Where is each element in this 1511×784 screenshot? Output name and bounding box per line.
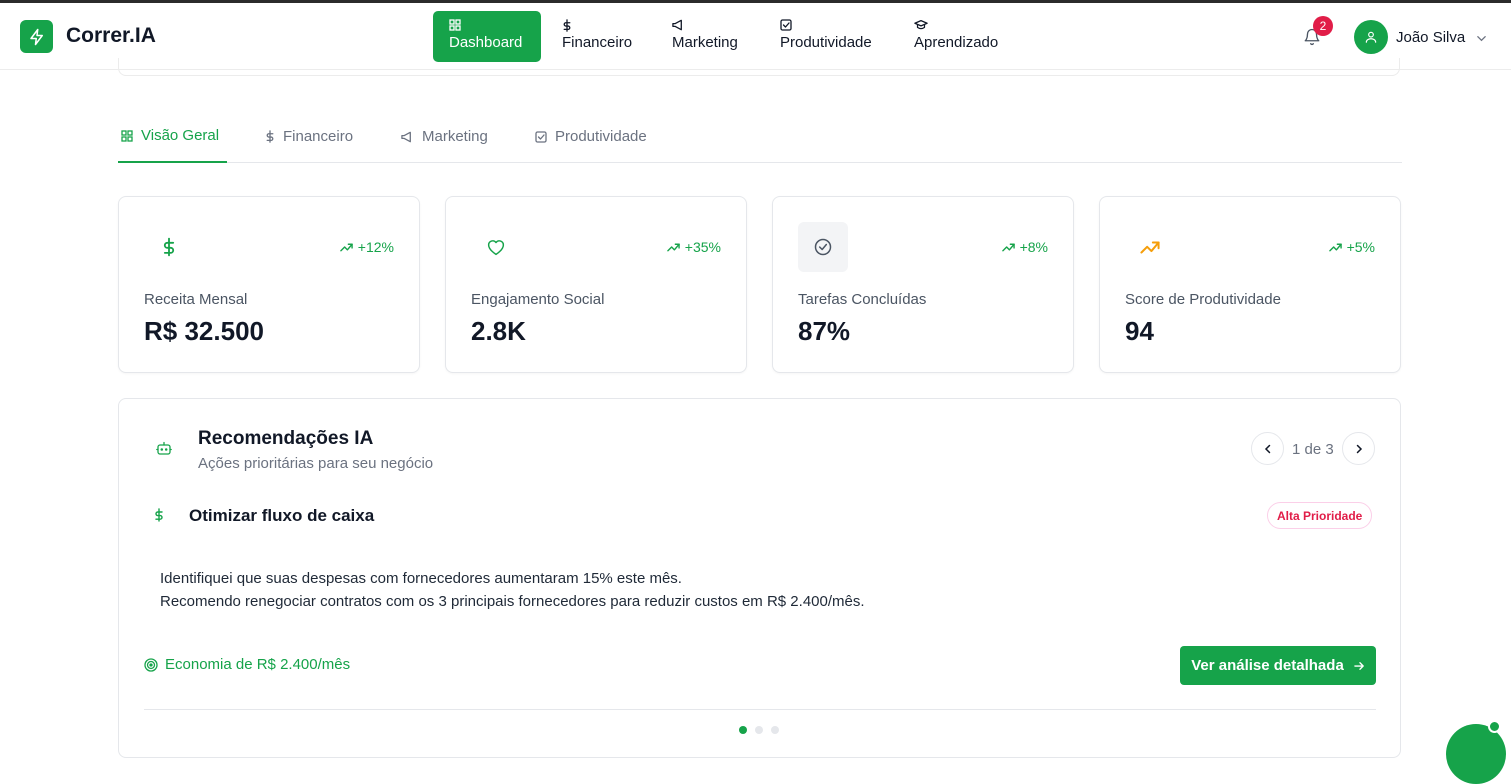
button-label: Ver análise detalhada [1191,657,1344,674]
chevron-down-icon[interactable] [1476,31,1487,49]
stat-change: +12% [340,239,394,255]
pager-prev-button[interactable] [1251,432,1284,465]
stat-value: 94 [1125,316,1154,346]
brand-name: Correr.IA [66,24,156,47]
stat-card-engajamento: +35% Engajamento Social 2.8K [445,196,747,373]
stat-change-value: +35% [684,239,721,255]
dollar-icon [562,18,572,32]
stat-label: Tarefas Concluídas [798,291,927,308]
nav-aprendizado[interactable]: Aprendizado [898,11,1014,62]
nav-label: Produtividade [780,34,872,51]
stat-value: 2.8K [471,316,526,346]
dollar-icon [266,130,274,143]
view-analysis-button[interactable]: Ver análise detalhada [1180,646,1376,685]
nav-dashboard[interactable]: Dashboard [433,11,541,62]
checkbox-icon [535,130,547,143]
trending-up-icon [667,243,680,251]
tab-label: Financeiro [283,128,354,145]
recommendations-title: Recomendações IA [198,428,374,449]
carousel-dot[interactable] [755,726,763,734]
user-name[interactable]: João Silva [1396,29,1465,46]
nav-financeiro[interactable]: Financeiro [546,11,648,62]
stat-value: R$ 32.500 [144,316,264,346]
nav-label: Financeiro [562,34,633,51]
heart-icon [471,222,521,272]
notification-badge: 2 [1313,16,1333,36]
lightning-icon [29,28,43,45]
checkbox-icon [780,18,792,32]
scrolled-card-edge [118,58,1400,76]
robot-icon [156,441,172,461]
divider [144,709,1376,710]
dashboard-tabs: Visão Geral Financeiro Marketing Produti… [118,114,1402,163]
carousel-dot[interactable] [771,726,779,734]
recommendations-subtitle: Ações prioritárias para seu negócio [198,455,434,472]
user-icon [1365,31,1377,43]
stat-label: Score de Produtividade [1125,291,1281,308]
carousel-dot-active[interactable] [739,726,747,734]
tab-produtividade[interactable]: Produtividade [535,114,647,163]
stat-change-value: +12% [357,239,394,255]
logo[interactable] [20,20,53,53]
graduation-cap-icon [914,18,928,32]
stat-value: 87% [798,316,851,346]
grid-icon [449,18,461,32]
chat-fab-button[interactable] [1446,724,1506,784]
check-circle-icon [798,222,848,272]
megaphone-icon [401,131,411,142]
stat-card-tarefas: +8% Tarefas Concluídas 87% [772,196,1074,373]
nav-label: Aprendizado [914,34,999,51]
megaphone-icon [672,18,685,32]
recommendations-card: Recomendações IA Ações prioritárias para… [118,398,1401,758]
dollar-icon [154,508,164,527]
tab-financeiro[interactable]: Financeiro [265,114,353,163]
stat-change-value: +5% [1346,239,1375,255]
tab-label: Visão Geral [141,127,220,144]
target-icon [144,657,158,672]
trending-up-icon [1328,243,1342,251]
chevron-right-icon [1356,444,1362,453]
nav-marketing[interactable]: Marketing [656,11,754,62]
trending-up-icon [340,243,353,251]
stat-label: Engajamento Social [471,291,605,308]
economy-text: Economia de R$ 2.400/mês [165,656,351,673]
tab-label: Marketing [422,128,488,145]
trending-up-icon [1125,222,1175,272]
stat-change: +5% [1328,239,1375,255]
recommendation-description: Identifiquei que suas despesas com forne… [160,567,865,613]
tab-label: Produtividade [555,128,647,145]
recommendation-title: Otimizar fluxo de caixa [189,506,375,525]
arrow-right-icon [1354,661,1364,670]
stat-change: +35% [667,239,721,255]
economy-indicator: Economia de R$ 2.400/mês [144,656,350,673]
stat-card-score: +5% Score de Produtividade 94 [1099,196,1401,373]
nav-label: Dashboard [449,34,523,51]
avatar[interactable] [1354,20,1388,54]
trending-up-icon [1001,243,1015,251]
stat-change-value: +8% [1019,239,1048,255]
chevron-left-icon [1264,444,1270,453]
fab-status-dot [1488,720,1501,733]
stat-card-receita: +12% Receita Mensal R$ 32.500 [118,196,420,373]
pager-status: 1 de 3 [1292,441,1334,458]
priority-badge: Alta Prioridade [1267,502,1373,529]
nav-label: Marketing [672,34,738,51]
stat-label: Receita Mensal [144,291,248,308]
stat-change: +8% [1001,239,1048,255]
pager-next-button[interactable] [1342,432,1375,465]
description-line: Identifiquei que suas despesas com forne… [160,570,682,587]
tab-marketing[interactable]: Marketing [401,114,488,163]
tab-visao-geral[interactable]: Visão Geral [118,114,227,163]
nav-produtividade[interactable]: Produtividade [764,11,888,62]
description-line: Recomendo renegociar contratos com os 3 … [160,593,865,610]
grid-icon [121,129,133,142]
dollar-icon [144,222,194,272]
